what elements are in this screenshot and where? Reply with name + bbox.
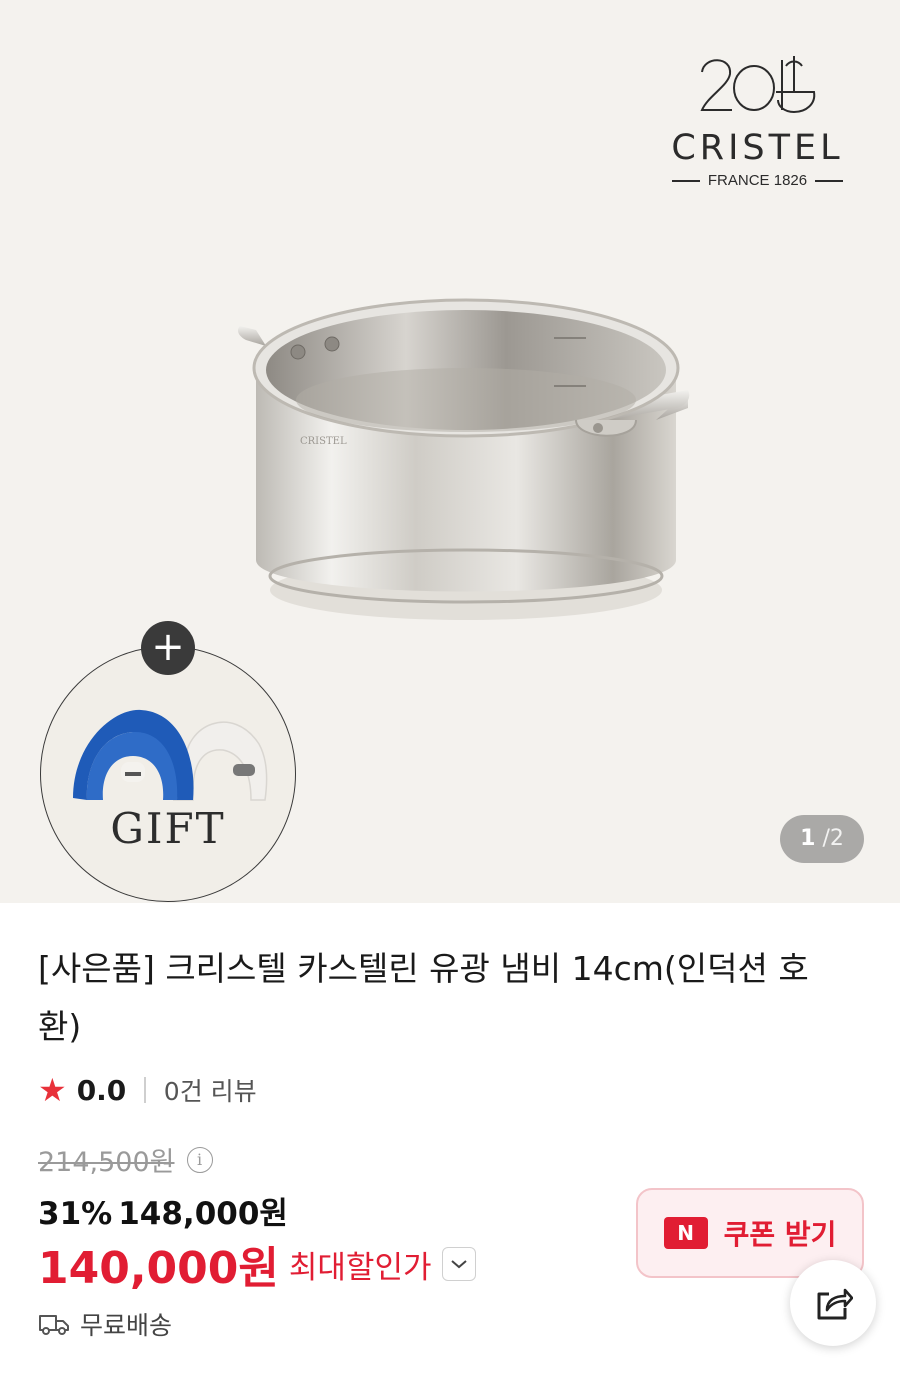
product-image-carousel[interactable]: CRISTEL FRANCE 1826 CRISTEL + GIFT 1 /2 bbox=[0, 0, 900, 903]
share-button[interactable] bbox=[790, 1260, 876, 1346]
brand-name: CRISTEL bbox=[671, 128, 844, 168]
coupon-button-label: 쿠폰 받기 bbox=[723, 1218, 837, 1251]
rating-score: 0.0 bbox=[76, 1073, 127, 1107]
discount-price: 148,000원 bbox=[118, 1196, 288, 1232]
star-icon: ★ bbox=[38, 1071, 67, 1109]
chevron-down-icon[interactable] bbox=[441, 1247, 476, 1281]
divider bbox=[144, 1077, 146, 1103]
naver-n-icon: N bbox=[663, 1217, 708, 1249]
gift-label: GIFT bbox=[110, 804, 226, 853]
product-title: [사은품] 크리스텔 카스텔린 유광 냄비 14cm(인덕션 호환) bbox=[38, 949, 809, 1046]
gift-handle-covers-photo bbox=[73, 709, 268, 801]
truck-icon bbox=[39, 1315, 69, 1335]
image-pager: 1 /2 bbox=[780, 815, 864, 863]
review-count-link[interactable]: 0건 리뷰 bbox=[164, 1072, 257, 1108]
gift-promo-badge: + GIFT bbox=[40, 621, 296, 903]
brand-subtitle: FRANCE 1826 bbox=[660, 172, 855, 192]
brand-emblem-icon bbox=[700, 56, 816, 114]
discount-percent: 31% bbox=[38, 1196, 113, 1232]
original-price-row: 214,500원 i bbox=[38, 1140, 213, 1179]
svg-text:CRISTEL: CRISTEL bbox=[300, 436, 347, 447]
discount-price-row: 31% 148,000원 bbox=[38, 1188, 288, 1233]
brand-logo: CRISTEL FRANCE 1826 bbox=[660, 52, 855, 197]
info-icon[interactable]: i bbox=[186, 1146, 213, 1173]
max-discount-price: 140,000원 bbox=[38, 1243, 279, 1294]
shipping-label: 무료배송 bbox=[80, 1311, 173, 1340]
max-discount-row[interactable]: 140,000원 최대할인가 bbox=[38, 1232, 476, 1296]
product-photo-pot: CRISTEL bbox=[238, 298, 690, 620]
original-price: 214,500원 bbox=[38, 1147, 175, 1178]
rating-row[interactable]: ★ 0.0 0건 리뷰 bbox=[38, 1070, 257, 1110]
max-discount-label: 최대할인가 bbox=[288, 1249, 432, 1286]
plus-icon: + bbox=[141, 621, 195, 675]
shipping-row: 무료배송 bbox=[38, 1306, 172, 1342]
share-icon bbox=[817, 1288, 853, 1320]
